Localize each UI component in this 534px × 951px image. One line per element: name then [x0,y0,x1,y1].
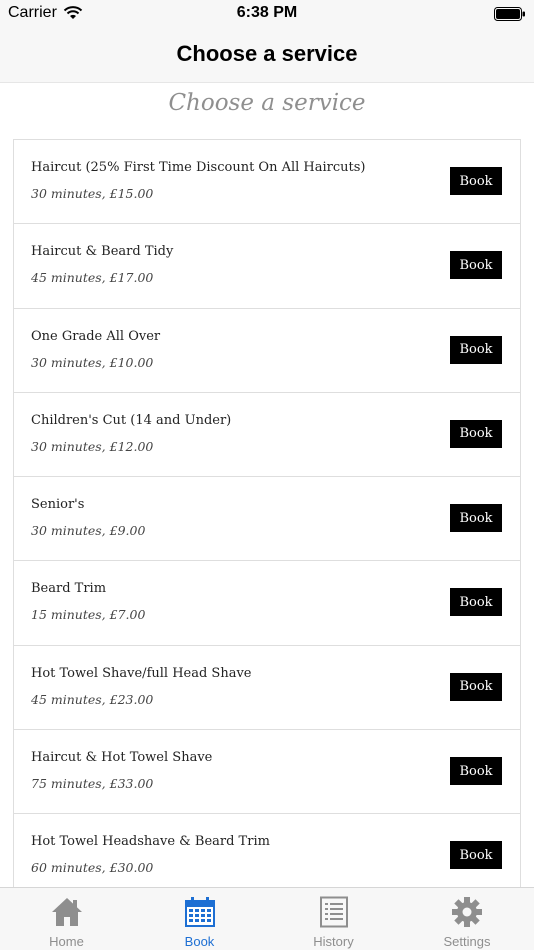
service-row: Haircut & Beard Tidy 45 minutes, £17.00 … [14,224,520,309]
service-name: Hot Towel Shave/full Head Shave [31,665,252,681]
service-name: Beard Trim [31,581,107,597]
book-button[interactable]: Book [450,672,502,701]
service-duration-price: 45 minutes, £23.00 [31,691,154,707]
battery-icon [494,7,525,21]
service-duration-price: 30 minutes, £12.00 [31,438,154,454]
tab-settings[interactable]: Settings [400,888,534,951]
service-row: One Grade All Over 30 minutes, £10.00 Bo… [14,309,520,393]
service-row: Hot Towel Shave/full Head Shave 45 minut… [14,646,520,731]
service-name: Children's Cut (14 and Under) [31,412,232,428]
service-name: Senior's [31,497,85,513]
tab-book-label: Book [184,934,215,949]
service-duration-price: 30 minutes, £10.00 [31,354,154,370]
book-button[interactable]: Book [450,251,502,280]
page-heading: Choose a service [168,90,366,116]
service-name: One Grade All Over [31,328,161,344]
service-name: Haircut & Beard Tidy [31,244,174,260]
service-name: Haircut & Hot Towel Shave [31,750,213,766]
tab-home[interactable]: Home [0,888,133,951]
calendar-icon [184,897,215,927]
service-name: Haircut (25% First Time Discount On All … [31,160,366,175]
tab-book[interactable]: Book [133,888,266,951]
service-row: Haircut & Hot Towel Shave 75 minutes, £3… [14,730,520,815]
tab-history-label: History [313,934,354,949]
book-button[interactable]: Book [450,419,502,448]
service-row: Haircut (25% First Time Discount On All … [14,140,520,225]
book-button[interactable]: Book [450,757,502,786]
service-duration-price: 30 minutes, £9.00 [31,523,146,539]
service-row: Hot Towel Headshave & Beard Trim 60 minu… [14,814,520,887]
service-duration-price: 60 minutes, £30.00 [31,860,154,876]
tab-settings-label: Settings [443,934,491,949]
service-duration-price: 45 minutes, £17.00 [31,270,154,286]
navigation-bar: Choose a service [0,28,534,83]
tab-history[interactable]: History [267,888,400,951]
service-duration-price: 75 minutes, £33.00 [31,776,154,792]
status-time: 6:38 PM [236,4,298,21]
tab-bar: Home Book History Settings [0,887,534,950]
book-button[interactable]: Book [450,588,502,617]
book-button[interactable]: Book [450,504,502,533]
service-duration-price: 15 minutes, £7.00 [31,607,146,623]
home-icon [51,898,82,926]
tab-home-label: Home [49,934,84,949]
book-button[interactable]: Book [450,167,502,195]
service-duration-price: 30 minutes, £15.00 [31,186,154,201]
nav-title: Choose a service [176,41,358,66]
service-row: Senior's 30 minutes, £9.00 Book [14,477,520,562]
service-row: Beard Trim 15 minutes, £7.00 Book [14,561,520,646]
service-list[interactable]: Haircut (25% First Time Discount On All … [13,139,521,887]
book-button[interactable]: Book [450,841,502,870]
service-row: Children's Cut (14 and Under) 30 minutes… [14,393,520,478]
list-icon [319,896,348,928]
gear-icon [452,897,482,927]
service-name: Hot Towel Headshave & Beard Trim [31,834,270,850]
status-bar: Carrier 6:38 PM [0,0,534,28]
book-button[interactable]: Book [450,335,502,364]
